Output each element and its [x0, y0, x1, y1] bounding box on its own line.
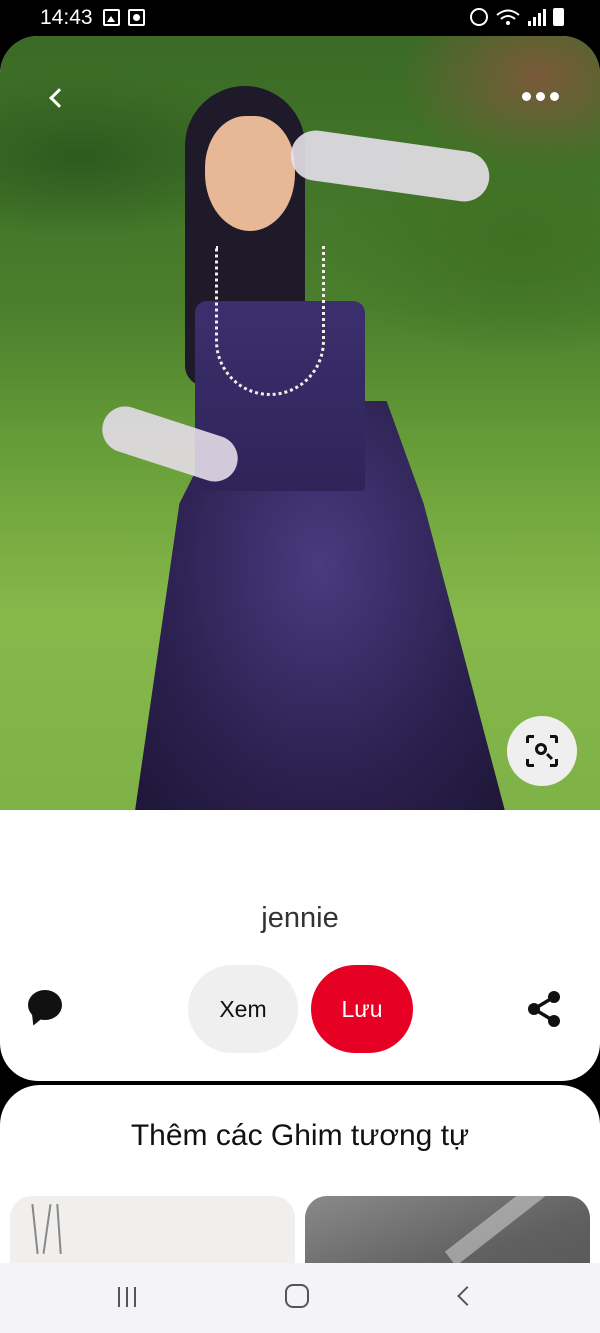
back-button[interactable]: [30, 72, 82, 124]
photo-pearl-necklace: [215, 246, 325, 396]
camera-icon: [128, 9, 145, 26]
share-button[interactable]: [524, 988, 566, 1030]
pin-image[interactable]: [0, 36, 600, 810]
photo-raised-arm-glove: [287, 127, 493, 205]
chevron-left-icon: [49, 88, 69, 108]
photo-face: [205, 116, 295, 231]
signal-icon: [528, 8, 546, 26]
visual-search-button[interactable]: [507, 716, 577, 786]
back-icon[interactable]: [457, 1286, 477, 1306]
battery-icon: [553, 8, 564, 26]
more-dots-icon: [521, 91, 531, 101]
alarm-icon: [470, 8, 488, 26]
more-pins-title: Thêm các Ghim tương tự: [130, 1119, 470, 1152]
status-time: 14:43: [40, 6, 93, 29]
pin-detail-card: jennie Xem Lưu: [0, 36, 600, 1081]
status-left-icons: [103, 9, 145, 26]
visual-search-icon: [526, 735, 558, 767]
pin-title: jennie: [261, 902, 339, 934]
comment-bubble-icon: [28, 990, 62, 1020]
recent-apps-icon[interactable]: [118, 1287, 136, 1307]
home-icon[interactable]: [285, 1284, 309, 1308]
image-icon: [103, 9, 120, 26]
more-options-button[interactable]: [510, 76, 570, 116]
share-icon: [528, 991, 560, 1027]
save-button[interactable]: Lưu: [311, 965, 413, 1053]
system-nav-bar: [0, 1263, 600, 1333]
wifi-icon: [496, 9, 520, 25]
view-button[interactable]: Xem: [188, 965, 298, 1053]
status-bar: 14:43: [0, 0, 600, 36]
status-right-icons: [470, 8, 564, 26]
comment-button[interactable]: [28, 990, 68, 1030]
